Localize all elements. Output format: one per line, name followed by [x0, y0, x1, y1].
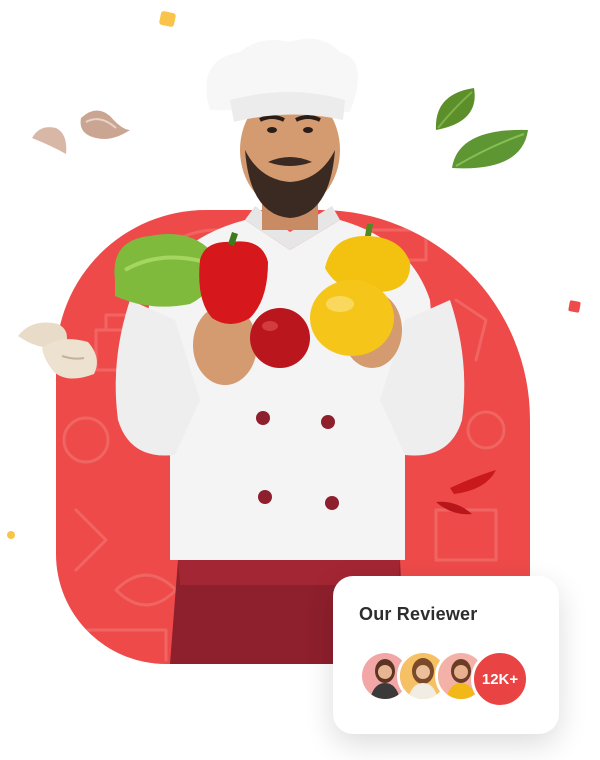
reviewer-card: Our Reviewer 12K+	[333, 576, 559, 734]
reviewer-count-badge[interactable]: 12K+	[471, 650, 529, 708]
hero-section: Our Reviewer 12K+	[0, 0, 600, 760]
reviewer-card-title: Our Reviewer	[359, 604, 478, 624]
mushroom-icon	[18, 322, 97, 379]
chili-pepper-icon	[436, 470, 496, 515]
reviewer-avatar-group: 12K+	[359, 650, 539, 708]
basil-leaf-icon	[435, 88, 528, 169]
garlic-icon	[32, 110, 130, 154]
